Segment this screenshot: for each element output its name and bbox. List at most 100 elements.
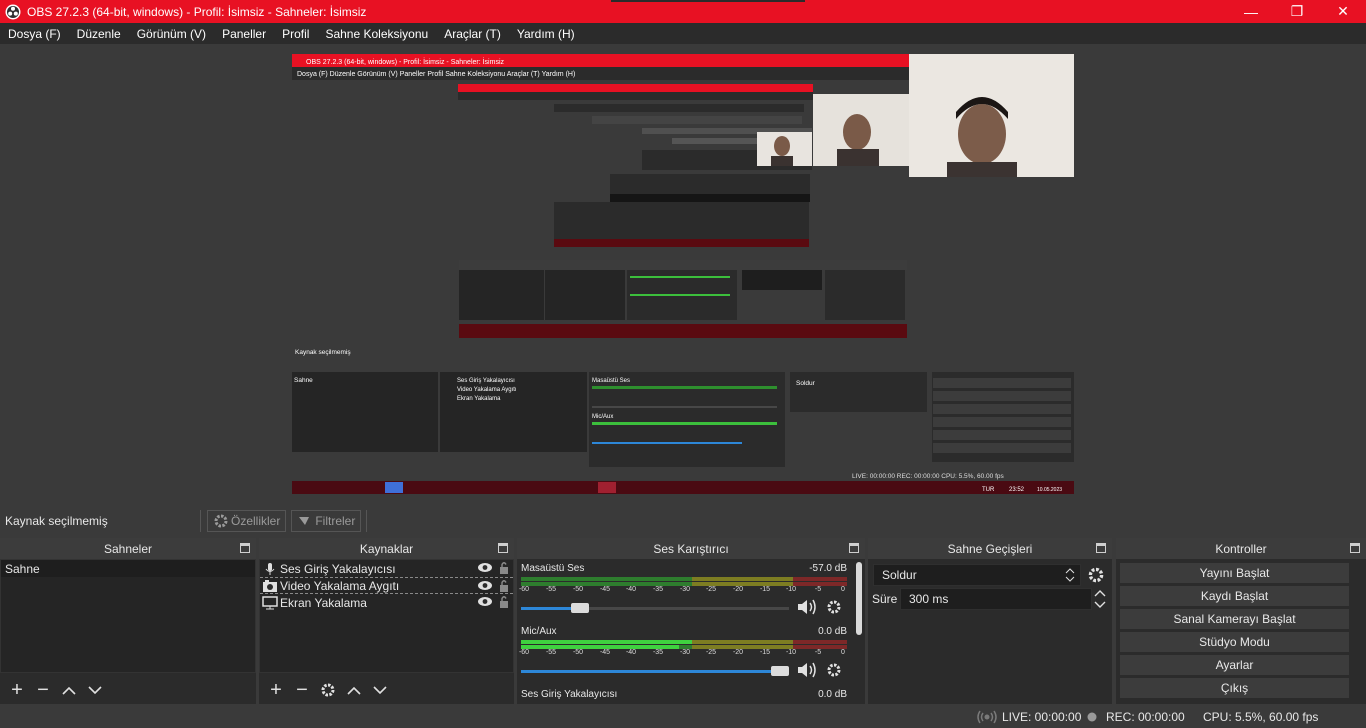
duration-input[interactable]: 300 ms [900,588,1092,610]
float-dock-icon[interactable] [498,543,508,553]
scenes-dock-header: Sahneler [0,538,256,559]
scene-transitions-dock: Sahne Geçişleri Soldur Süre 300 ms [868,538,1112,704]
close-button[interactable]: ✕ [1320,0,1366,23]
menu-view[interactable]: Görünüm (V) [129,27,214,41]
move-up-icon[interactable] [56,679,82,701]
minimize-button[interactable]: — [1228,0,1274,23]
move-down-icon[interactable] [82,679,108,701]
float-dock-icon[interactable] [1350,543,1360,553]
menu-help[interactable]: Yardım (H) [509,27,583,41]
mixer-dock-header: Ses Karıştırıcı [517,538,865,559]
live-time: LIVE: 00:00:00 [1002,710,1082,724]
speaker-icon[interactable] [796,598,818,619]
menu-file[interactable]: Dosya (F) [0,27,69,41]
select-arrows-icon [1062,565,1078,585]
move-up-icon[interactable] [341,679,367,701]
mixer-scrollbar[interactable] [856,562,862,635]
source-properties-gear-icon[interactable] [315,679,341,701]
svg-text:LIVE: 00:00:00 REC: 00:00:00: LIVE: 00:00:00 REC: 00:00:00 CPU: 5.5%, … [852,473,1005,480]
broadcast-icon [977,710,997,724]
preview-canvas[interactable]: OBS 27.2.3 (64-bit, windows) - Profil: İ… [292,54,1074,494]
volume-slider-handle[interactable] [771,666,789,676]
mixer-channel-mic: Mic/Aux 0.0 dB -60 -55 -50 -45 -40 -35 -30 -25 -2… [519,626,847,682]
sources-dock: Kaynaklar Ses Giriş Yakalayıcısı Video Y… [259,538,514,704]
menu-edit[interactable]: Düzenle [69,27,129,41]
gear-icon [214,514,228,527]
exit-button[interactable]: Çıkış [1120,678,1349,698]
preview-area[interactable]: OBS 27.2.3 (64-bit, windows) - Profil: İ… [0,44,1366,506]
gear-icon[interactable] [826,599,842,618]
source-item[interactable]: Ekran Yakalama [260,594,513,611]
sources-toolbar: + − [259,676,514,704]
controls-dock-header: Kontroller [1116,538,1366,559]
filter-icon [299,516,310,525]
volume-slider[interactable] [521,603,789,613]
filters-label: Filtreler [315,513,356,528]
meter-ticks: -60 -55 -50 -45 -40 -35 -30 -25 -20 -15 -10 -5 0 [518,586,845,593]
float-dock-icon[interactable] [849,543,859,553]
start-virtual-camera-button[interactable]: Sanal Kamerayı Başlat [1120,609,1349,629]
visibility-eye-icon[interactable] [477,580,493,594]
visibility-eye-icon[interactable] [477,562,493,576]
float-dock-icon[interactable] [240,543,250,553]
move-down-icon[interactable] [367,679,393,701]
live-status: LIVE: 00:00:00 [977,710,1081,724]
properties-button[interactable]: Özellikler [207,509,287,532]
svg-text:Sahne: Sahne [294,377,313,384]
maximize-button[interactable]: ❐ [1274,0,1320,23]
unlocked-icon[interactable] [499,595,509,612]
gear-icon[interactable] [826,662,842,681]
unlocked-icon[interactable] [499,561,509,578]
toolbar-separator [366,509,368,532]
status-bar: LIVE: 00:00:00 REC: 00:00:00 CPU: 5.5%, … [0,705,1366,728]
transitions-dock-header: Sahne Geçişleri [868,538,1112,559]
menu-scene-collection[interactable]: Sahne Koleksiyonu [317,27,436,41]
properties-label: Özellikler [231,513,281,528]
sources-title: Kaynaklar [359,541,414,556]
channel-name: Masaüstü Ses [521,563,585,574]
svg-text:Ses Giriş Yakalayıcısı: Ses Giriş Yakalayıcısı [457,378,515,384]
svg-text:Masaüstü Ses: Masaüstü Ses [592,378,630,384]
transition-gear-icon[interactable] [1087,566,1105,587]
svg-text:Ekran Yakalama: Ekran Yakalama [457,396,501,402]
transition-select[interactable]: Soldur [873,564,1081,586]
source-list: Ses Giriş Yakalayıcısı Video Yakalama Ay… [259,559,514,673]
duration-label: Süre [872,592,898,606]
menu-bar: Dosya (F) Düzenle Görünüm (V) Paneller P… [0,23,1366,44]
remove-scene-icon[interactable]: − [30,679,56,701]
volume-slider[interactable] [521,666,789,676]
mixer-channel-desktop: Masaüstü Ses -57.0 dB -60 -55 -50 -45 -40 -35-… [518,563,847,619]
menu-tools[interactable]: Araçlar (T) [436,27,509,41]
settings-button[interactable]: Ayarlar [1120,655,1349,675]
remove-source-icon[interactable]: − [289,679,315,701]
menu-profile[interactable]: Profil [274,27,317,41]
duration-spinner-icon[interactable] [1092,588,1108,610]
filters-button[interactable]: Filtreler [291,509,362,532]
svg-text:Kaynak seçilmemiş: Kaynak seçilmemiş [295,349,351,356]
camera-icon [260,579,280,593]
source-item[interactable]: Video Yakalama Aygıtı [260,577,513,594]
sources-dock-header: Kaynaklar [259,538,514,559]
monitor-icon [260,595,280,610]
volume-slider-handle[interactable] [571,603,589,613]
float-dock-icon[interactable] [1096,543,1106,553]
visibility-eye-icon[interactable] [477,596,493,610]
channel-level: -57.0 dB [809,563,847,574]
rec-status: REC: 00:00:00 [1087,710,1185,724]
studio-mode-button[interactable]: Stüdyo Modu [1120,632,1349,652]
add-scene-icon[interactable]: + [4,679,30,701]
svg-text:Dosya (F) Düzenle Görünüm: Dosya (F) Düzenle Görünüm (V) Paneller P… [297,71,575,78]
controls-title: Kontroller [1215,541,1267,556]
start-streaming-button[interactable]: Yayını Başlat [1120,563,1349,583]
title-notch [611,0,805,2]
speaker-icon[interactable] [796,661,818,682]
menu-docks[interactable]: Paneller [214,27,274,41]
add-source-icon[interactable]: + [263,679,289,701]
scene-list: Sahne [0,559,256,673]
mixer-title: Ses Karıştırıcı [653,541,729,556]
controls-dock: Kontroller Yayını Başlat Kaydı Başlat Sa… [1116,538,1366,704]
start-recording-button[interactable]: Kaydı Başlat [1120,586,1349,606]
source-item[interactable]: Ses Giriş Yakalayıcısı [260,560,513,577]
duration-value: 300 ms [909,592,949,606]
scene-item[interactable]: Sahne [1,560,255,577]
